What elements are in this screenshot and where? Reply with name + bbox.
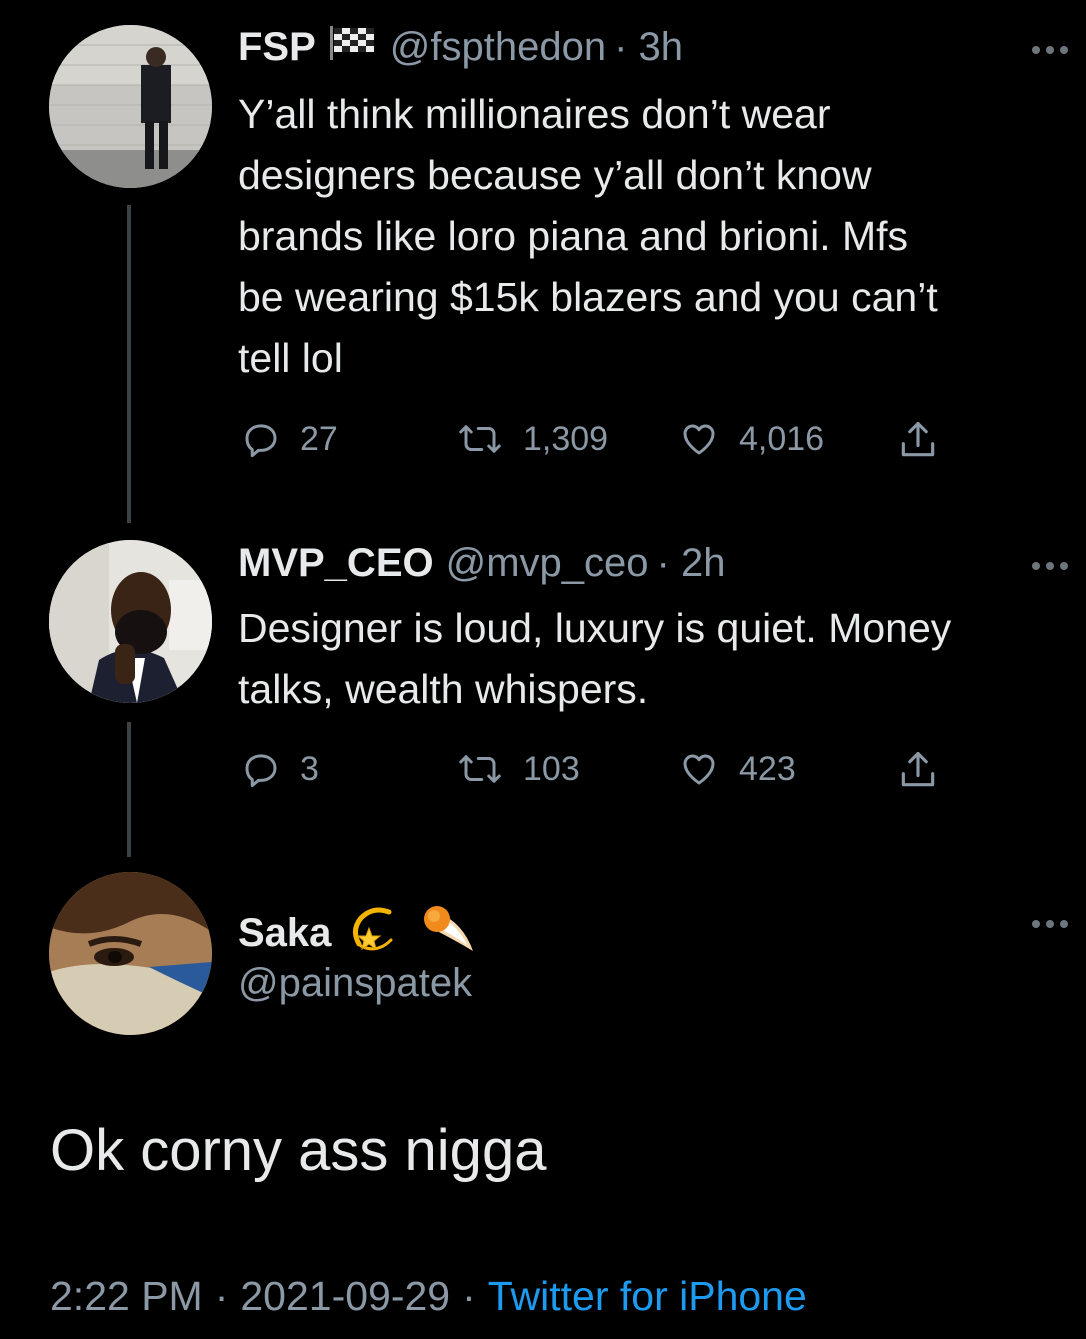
more-options-icon[interactable] (1032, 562, 1068, 570)
like-button[interactable]: 4,016 (677, 418, 824, 460)
reply-icon (245, 424, 277, 458)
tweet-text-line: tell lol (238, 335, 343, 381)
like-count: 423 (739, 749, 796, 788)
tweet-time: 2:22 PM (50, 1273, 203, 1319)
retweet-button[interactable]: 103 (455, 748, 580, 790)
avatar[interactable] (49, 25, 212, 188)
tweet-text-line: brands like loro piana and brioni. Mfs (238, 213, 909, 259)
avatar[interactable] (49, 540, 212, 703)
reply-button[interactable]: 27 (240, 418, 338, 460)
thread-line (127, 722, 131, 857)
heart-icon (683, 424, 715, 455)
more-options-icon[interactable] (1032, 46, 1068, 54)
tweet-text-line: be wearing $15k blazers and you can’t (238, 274, 938, 320)
tweet-meta: 2:22 PM · 2021-09-29 · Twitter for iPhon… (50, 1273, 807, 1320)
handle[interactable]: @mvp_ceo (446, 541, 649, 586)
share-icon (901, 421, 935, 457)
retweet-icon (459, 425, 501, 453)
like-button[interactable]: 423 (677, 748, 796, 790)
retweet-icon (459, 755, 501, 783)
tweet-date: 2021-09-29 (240, 1273, 451, 1319)
tweet-text: Y’all think millionaires don’t wear desi… (238, 84, 938, 389)
tweet-text-line: talks, wealth whispers. (238, 666, 649, 712)
timestamp[interactable]: · 2h (657, 541, 726, 586)
tweet-text: Ok corny ass nigga (50, 1118, 547, 1183)
tweet-text-line: Designer is loud, luxury is quiet. Money (238, 605, 952, 651)
like-count: 4,016 (739, 419, 825, 458)
display-name[interactable]: MVP_CEO (238, 541, 434, 586)
timestamp[interactable]: · 3h (614, 25, 683, 70)
reply-count: 27 (300, 419, 338, 458)
thread-line (127, 205, 131, 523)
avatar[interactable] (49, 872, 212, 1035)
retweet-count: 1,309 (523, 419, 609, 458)
share-button[interactable] (895, 748, 941, 792)
share-icon (901, 751, 935, 787)
handle[interactable]: @fspthedon (390, 25, 606, 70)
tweet-text: Designer is loud, luxury is quiet. Money… (238, 598, 951, 720)
reply-count: 3 (300, 749, 319, 788)
separator: · (214, 1273, 229, 1319)
heart-icon (683, 754, 715, 785)
reply-icon (245, 754, 277, 788)
separator: · (462, 1273, 476, 1319)
tweet-text-line: Y’all think millionaires don’t wear (238, 91, 831, 137)
display-name[interactable]: Saka (238, 911, 331, 956)
retweet-button[interactable]: 1,309 (455, 418, 608, 460)
handle[interactable]: @painspatek (238, 961, 472, 1006)
checkered-flag-icon (328, 24, 378, 70)
tweet-text-line: designers because y’all don’t know (238, 152, 872, 198)
comet-icon (419, 899, 477, 967)
tweet-source-link[interactable]: Twitter for iPhone (488, 1273, 807, 1320)
retweet-count: 103 (523, 749, 580, 788)
share-button[interactable] (895, 418, 941, 462)
more-options-icon[interactable] (1032, 920, 1068, 928)
reply-button[interactable]: 3 (240, 748, 319, 790)
dizzy-star-icon (347, 900, 403, 966)
display-name[interactable]: FSP (238, 25, 316, 70)
